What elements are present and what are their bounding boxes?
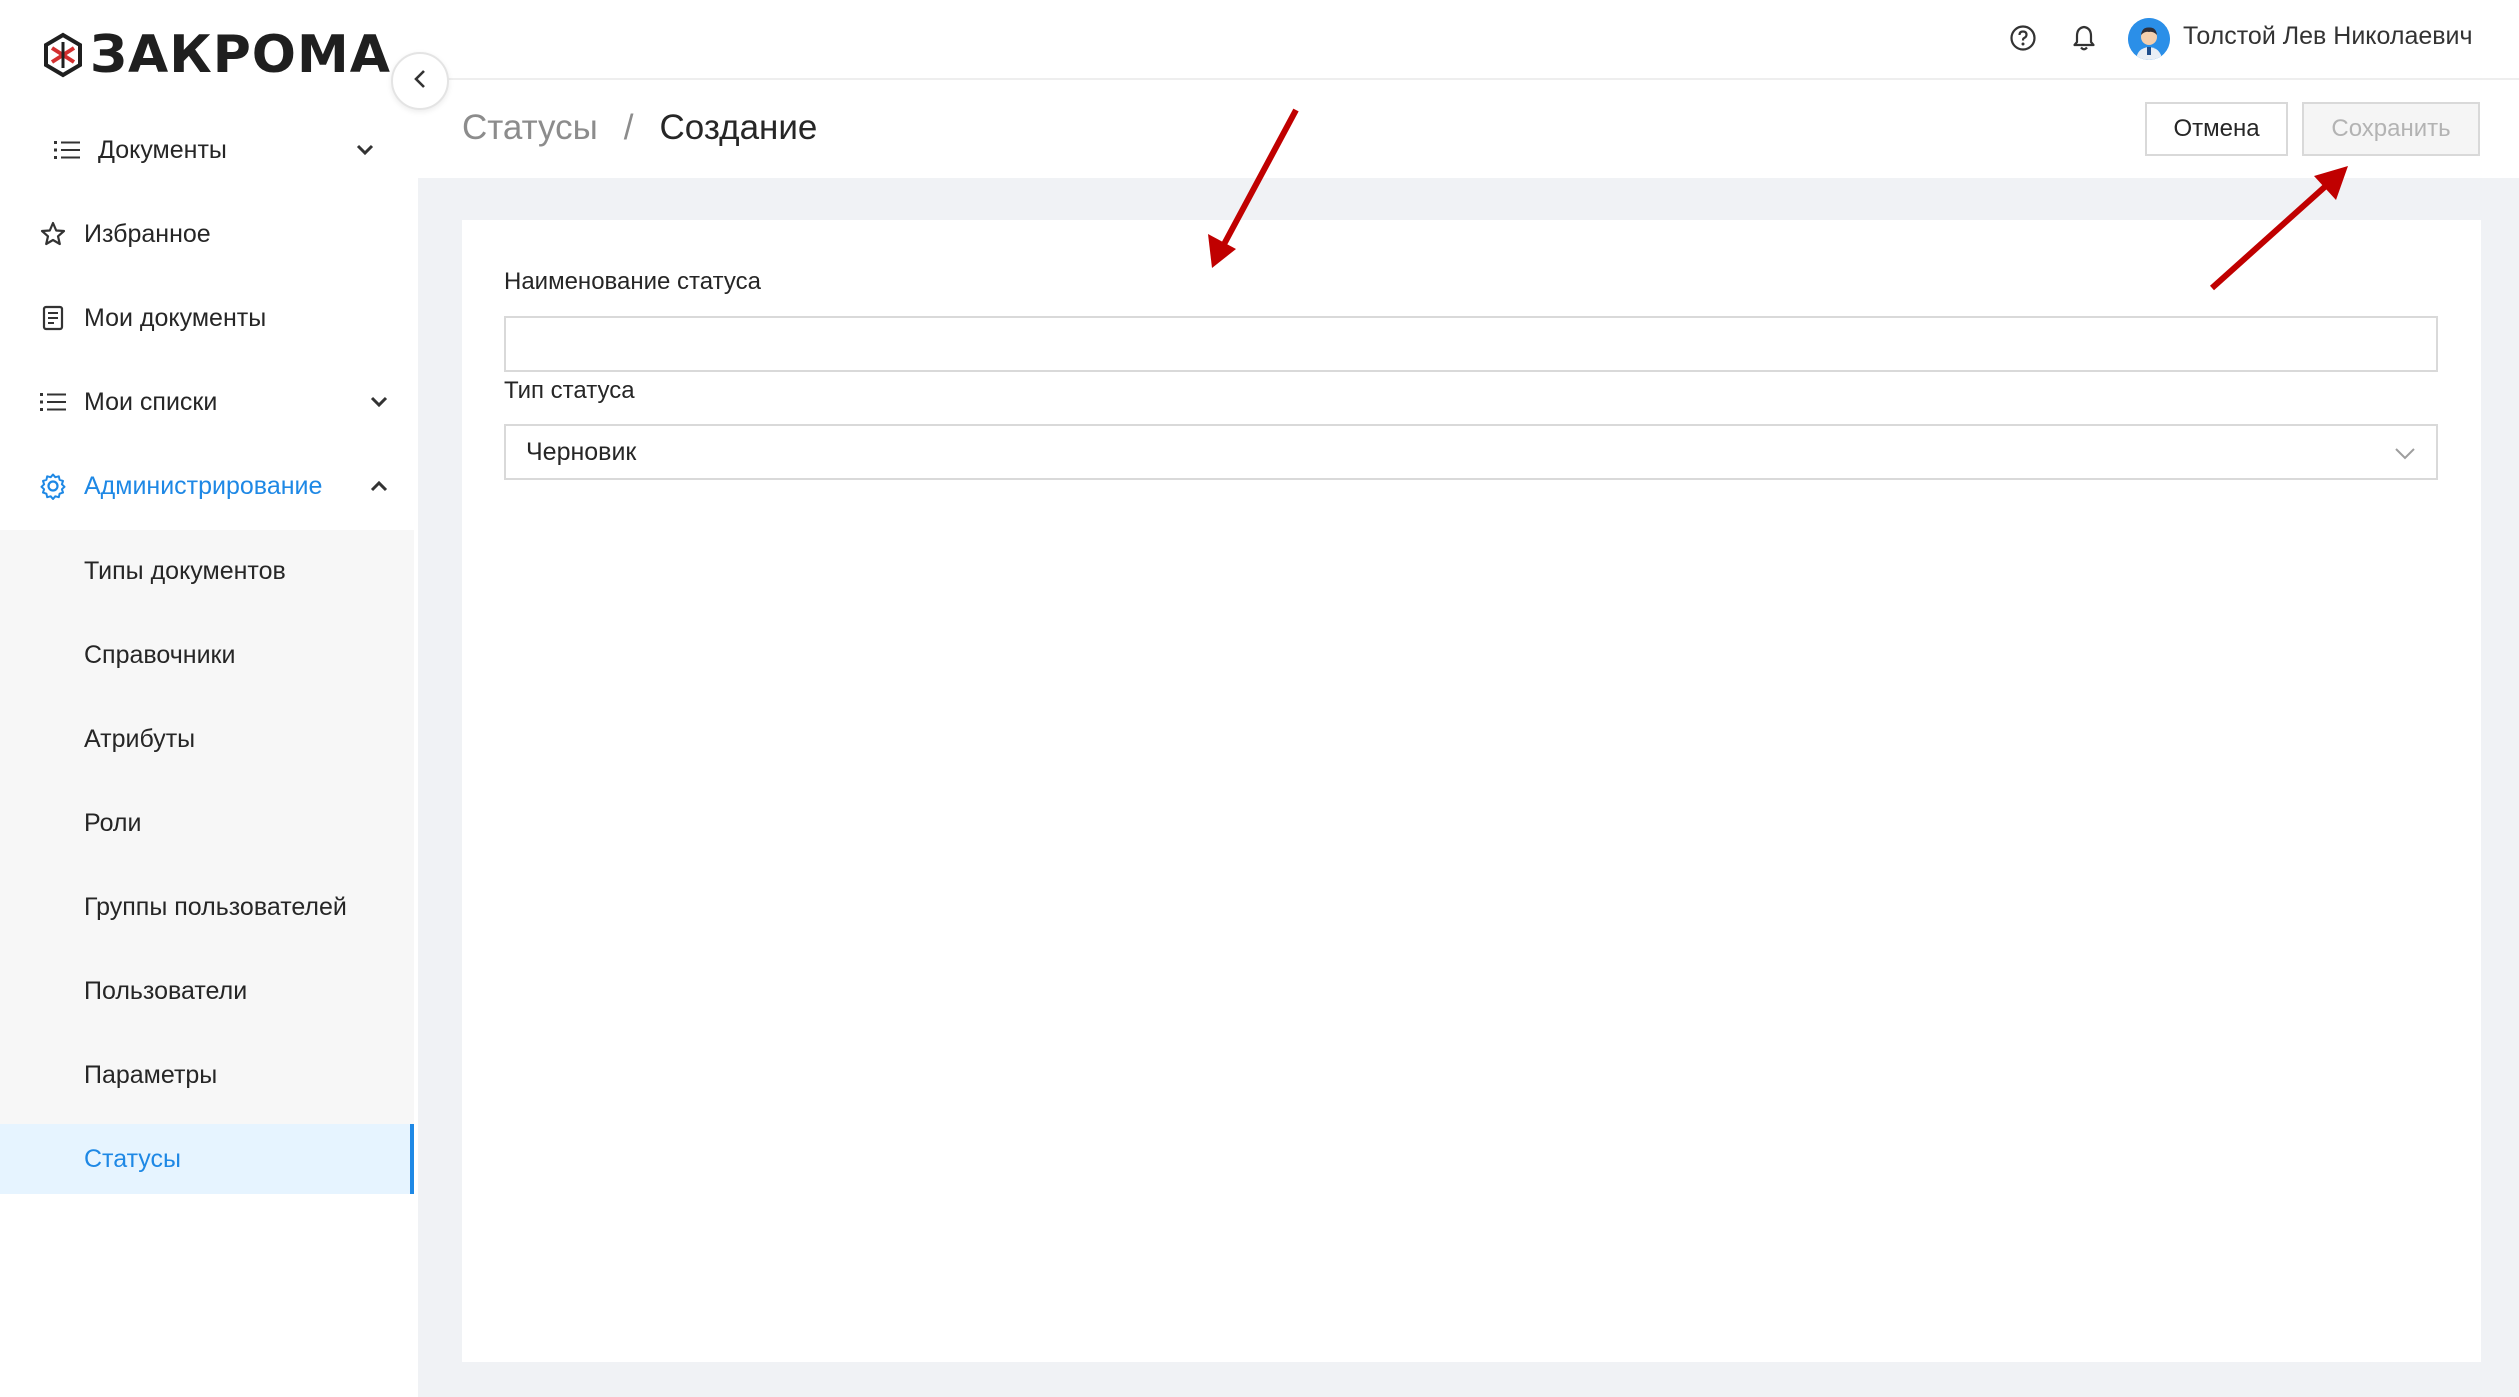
sidebar-subitem-label: Справочники xyxy=(84,640,236,669)
status-type-select[interactable]: Черновик xyxy=(504,424,2438,480)
question-circle-icon[interactable] xyxy=(2005,20,2041,56)
sidebar-subitem-label: Атрибуты xyxy=(84,724,196,753)
chevron-down-icon xyxy=(2392,440,2418,466)
sidebar-subitem-label: Параметры xyxy=(84,1060,218,1089)
chevron-down-icon[interactable] xyxy=(366,389,392,415)
user-name[interactable]: Толстой Лев Николаевич xyxy=(2183,22,2473,51)
page-title: Создание xyxy=(659,108,818,147)
sidebar-item-label: Администрирование xyxy=(84,471,323,500)
breadcrumb-separator: / xyxy=(623,108,634,147)
chevron-up-icon[interactable] xyxy=(366,473,392,499)
sidebar-subitem-label: Роли xyxy=(84,808,142,837)
sidebar-subitem-label: Пользователи xyxy=(84,976,248,1005)
sidebar-subitem-directories[interactable]: Справочники xyxy=(0,620,414,690)
sidebar-item-label: Документы xyxy=(98,135,227,164)
status-type-label: Тип статуса xyxy=(504,377,635,404)
breadcrumb-link-statuses[interactable]: Статусы xyxy=(462,108,598,148)
sidebar-item-my-documents[interactable]: Мои документы xyxy=(0,282,414,354)
list-icon xyxy=(52,135,82,165)
star-icon xyxy=(38,219,68,249)
breadcrumb: Статусы / Создание xyxy=(462,108,817,148)
sidebar: ЗАКРОМА Документы Избранное Мои документ… xyxy=(0,0,422,1397)
gear-icon xyxy=(38,471,68,501)
save-button[interactable]: Сохранить xyxy=(2302,102,2480,156)
chevron-left-icon xyxy=(411,68,429,95)
list-icon xyxy=(38,387,68,417)
sidebar-subitem-label: Статусы xyxy=(84,1144,181,1173)
status-name-label: Наименование статуса xyxy=(504,268,761,295)
status-name-input[interactable] xyxy=(504,316,2438,372)
avatar[interactable] xyxy=(2128,18,2170,60)
sidebar-item-label: Мои списки xyxy=(84,387,218,416)
sidebar-item-label: Мои документы xyxy=(84,303,267,332)
form-card xyxy=(462,220,2481,1362)
sidebar-subitem-users[interactable]: Пользователи xyxy=(0,956,414,1026)
logo[interactable]: ЗАКРОМА xyxy=(40,25,391,85)
logo-icon xyxy=(44,32,82,78)
sidebar-subitem-parameters[interactable]: Параметры xyxy=(0,1040,414,1110)
sidebar-subitem-roles[interactable]: Роли xyxy=(0,788,414,858)
chevron-down-icon[interactable] xyxy=(352,137,378,163)
sidebar-subitem-label: Группы пользователей xyxy=(84,892,347,921)
logo-text: ЗАКРОМА xyxy=(90,25,391,85)
sidebar-item-administration[interactable]: Администрирование xyxy=(0,450,414,522)
sidebar-subitem-user-groups[interactable]: Группы пользователей xyxy=(0,872,414,942)
collapse-sidebar-button[interactable] xyxy=(391,52,449,110)
sidebar-item-label: Избранное xyxy=(84,219,211,248)
sidebar-item-documents[interactable]: Документы xyxy=(0,114,414,186)
sidebar-subitem-attributes[interactable]: Атрибуты xyxy=(0,704,414,774)
sidebar-subitem-label: Типы документов xyxy=(84,556,286,585)
bell-icon[interactable] xyxy=(2066,20,2102,56)
document-icon xyxy=(38,303,68,333)
sidebar-item-favorites[interactable]: Избранное xyxy=(0,198,414,270)
sidebar-item-my-lists[interactable]: Мои списки xyxy=(0,366,414,438)
sidebar-subitem-statuses[interactable]: Статусы xyxy=(0,1124,414,1194)
page-header: Статусы / Создание Отмена Сохранить xyxy=(418,80,2519,178)
cancel-button[interactable]: Отмена xyxy=(2145,102,2288,156)
status-type-value: Черновик xyxy=(526,437,637,466)
sidebar-subitem-document-types[interactable]: Типы документов xyxy=(0,536,414,606)
